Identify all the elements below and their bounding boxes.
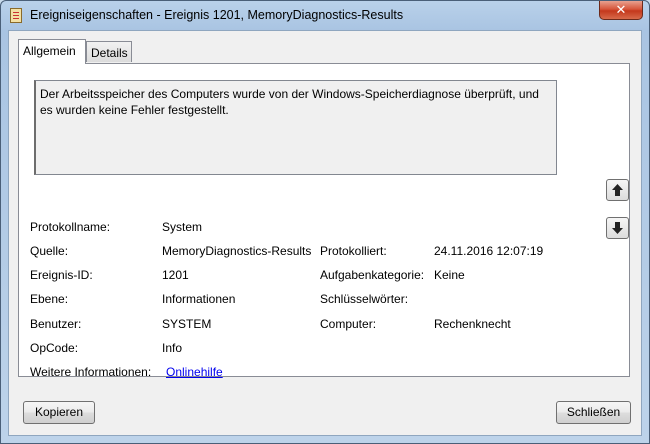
tab-allgemein[interactable]: Allgemein bbox=[18, 39, 86, 64]
title-bar[interactable]: Ereigniseigenschaften - Ereignis 1201, M… bbox=[1, 1, 649, 31]
schluesselwoerter-label: Schlüsselwörter: bbox=[320, 292, 409, 306]
event-log-icon bbox=[10, 8, 22, 23]
benutzer-label: Benutzer: bbox=[30, 317, 82, 331]
computer-value[interactable]: Rechenknecht bbox=[434, 317, 511, 331]
arrow-up-icon bbox=[612, 184, 623, 196]
window-title: Ereigniseigenschaften - Ereignis 1201, M… bbox=[30, 8, 404, 22]
tab-panel-general: Der Arbeitsspeicher des Computers wurde … bbox=[18, 63, 630, 379]
copy-button[interactable]: Kopieren bbox=[23, 401, 95, 424]
computer-label: Computer: bbox=[320, 317, 377, 331]
protokolliert-value[interactable]: 24.11.2016 12:07:19 bbox=[434, 244, 543, 258]
quelle-label: Quelle: bbox=[30, 244, 69, 258]
aufgabenkategorie-value[interactable]: Keine bbox=[434, 268, 465, 282]
ebene-label: Ebene: bbox=[30, 292, 69, 306]
ereignis-id-value[interactable]: 1201 bbox=[162, 268, 189, 282]
ereignis-id-label: Ereignis-ID: bbox=[30, 268, 93, 282]
aufgabenkategorie-label: Aufgabenkategorie: bbox=[320, 268, 425, 282]
protokolliert-label: Protokolliert: bbox=[320, 244, 387, 258]
event-properties-window: Ereigniseigenschaften - Ereignis 1201, M… bbox=[0, 0, 650, 444]
protokollname-label: Protokollname: bbox=[30, 220, 111, 234]
close-button[interactable]: Schließen bbox=[556, 401, 631, 424]
next-event-button[interactable] bbox=[606, 217, 629, 239]
weitere-informationen-label: Weitere Informationen: bbox=[30, 365, 152, 379]
previous-event-button[interactable] bbox=[606, 179, 629, 201]
close-icon: ✕ bbox=[615, 2, 627, 17]
event-description[interactable]: Der Arbeitsspeicher des Computers wurde … bbox=[34, 80, 557, 175]
benutzer-value[interactable]: SYSTEM bbox=[162, 317, 211, 331]
dialog-client-area: Allgemein Details Der Arbeitsspeicher de… bbox=[8, 30, 642, 436]
tab-details[interactable]: Details bbox=[86, 41, 132, 62]
window-close-button[interactable]: ✕ bbox=[599, 1, 643, 20]
opcode-value[interactable]: Info bbox=[162, 341, 182, 355]
opcode-label: OpCode: bbox=[30, 341, 79, 355]
protokollname-value[interactable]: System bbox=[162, 220, 202, 234]
online-help-link[interactable]: Onlinehilfe bbox=[166, 365, 223, 379]
ebene-value[interactable]: Informationen bbox=[162, 292, 235, 306]
arrow-down-icon bbox=[612, 222, 623, 234]
quelle-value[interactable]: MemoryDiagnostics-Results bbox=[162, 244, 311, 258]
